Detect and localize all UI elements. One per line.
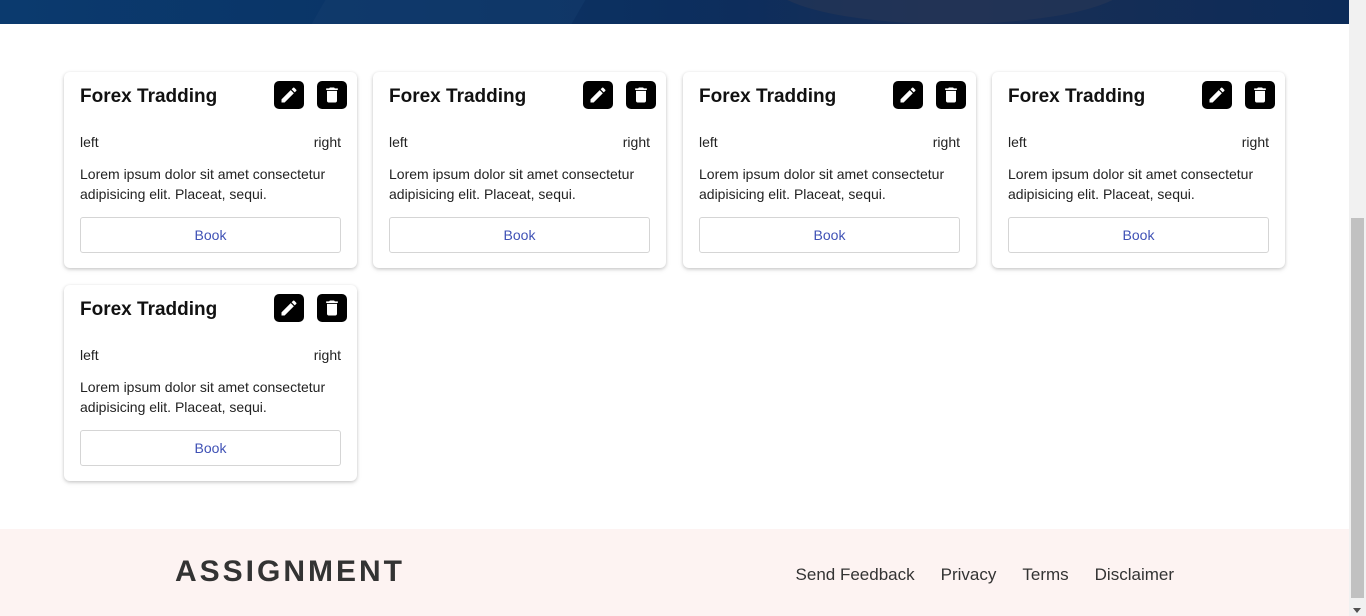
hero-banner xyxy=(0,0,1349,24)
card-title: Forex Tradding xyxy=(80,299,218,320)
card-meta-row: left right xyxy=(80,347,341,363)
card-description: Lorem ipsum dolor sit amet consectetur a… xyxy=(699,166,945,202)
book-button[interactable]: Book xyxy=(699,217,960,253)
card-left-label: left xyxy=(699,134,718,150)
card-right-label: right xyxy=(622,134,650,150)
footer-brand: ASSIGNMENT xyxy=(175,555,406,588)
card-title: Forex Tradding xyxy=(1008,86,1146,107)
footer-link-send-feedback[interactable]: Send Feedback xyxy=(796,565,915,585)
delete-button[interactable] xyxy=(317,81,347,109)
trash-icon xyxy=(631,85,651,105)
course-card: Forex Tradding left right Lorem ipsum dolor… xyxy=(373,72,666,268)
card-title: Forex Tradding xyxy=(699,86,837,107)
card-meta-row: left right xyxy=(80,134,341,150)
footer-links: Send Feedback Privacy Terms Disclaimer xyxy=(796,565,1174,585)
card-title: Forex Tradding xyxy=(389,86,527,107)
card-description: Lorem ipsum dolor sit amet consectetur a… xyxy=(80,379,326,415)
delete-button[interactable] xyxy=(936,81,966,109)
book-button[interactable]: Book xyxy=(1008,217,1269,253)
pencil-icon xyxy=(279,85,299,105)
edit-button[interactable] xyxy=(583,81,613,109)
course-card: Forex Tradding left right Lorem ipsum dolor… xyxy=(64,285,357,481)
scrollbar-thumb[interactable] xyxy=(1351,218,1364,598)
card-description: Lorem ipsum dolor sit amet consectetur a… xyxy=(1008,166,1254,202)
delete-button[interactable] xyxy=(626,81,656,109)
trash-icon xyxy=(1250,85,1270,105)
card-left-label: left xyxy=(80,347,99,363)
delete-button[interactable] xyxy=(317,294,347,322)
pencil-icon xyxy=(898,85,918,105)
card-left-label: left xyxy=(80,134,99,150)
footer-link-terms[interactable]: Terms xyxy=(1022,565,1068,585)
course-card: Forex Tradding left right Lorem ipsum dolor… xyxy=(64,72,357,268)
card-left-label: left xyxy=(389,134,408,150)
card-meta-row: left right xyxy=(1008,134,1269,150)
scroll-down-arrow-icon[interactable] xyxy=(1353,608,1361,613)
card-meta-row: left right xyxy=(699,134,960,150)
footer: ASSIGNMENT Send Feedback Privacy Terms D… xyxy=(0,529,1349,616)
hero-decoration xyxy=(311,0,609,24)
book-button[interactable]: Book xyxy=(80,430,341,466)
trash-icon xyxy=(322,85,342,105)
card-right-label: right xyxy=(932,134,960,150)
course-card: Forex Tradding left right Lorem ipsum dolor… xyxy=(992,72,1285,268)
edit-button[interactable] xyxy=(274,81,304,109)
book-button[interactable]: Book xyxy=(389,217,650,253)
course-card: Forex Tradding left right Lorem ipsum dolor… xyxy=(683,72,976,268)
card-left-label: left xyxy=(1008,134,1027,150)
card-grid: Forex Tradding left right Lorem ipsum dolor… xyxy=(0,24,1349,529)
pencil-icon xyxy=(279,298,299,318)
card-right-label: right xyxy=(313,134,341,150)
card-description: Lorem ipsum dolor sit amet consectetur a… xyxy=(389,166,635,202)
hero-decoration xyxy=(770,0,1130,24)
card-meta-row: left right xyxy=(389,134,650,150)
card-right-label: right xyxy=(1241,134,1269,150)
pencil-icon xyxy=(1207,85,1227,105)
edit-button[interactable] xyxy=(274,294,304,322)
delete-button[interactable] xyxy=(1245,81,1275,109)
trash-icon xyxy=(941,85,961,105)
book-button[interactable]: Book xyxy=(80,217,341,253)
card-title: Forex Tradding xyxy=(80,86,218,107)
footer-link-disclaimer[interactable]: Disclaimer xyxy=(1095,565,1174,585)
footer-link-privacy[interactable]: Privacy xyxy=(941,565,997,585)
edit-button[interactable] xyxy=(893,81,923,109)
card-description: Lorem ipsum dolor sit amet consectetur a… xyxy=(80,166,326,202)
card-right-label: right xyxy=(313,347,341,363)
trash-icon xyxy=(322,298,342,318)
vertical-scrollbar[interactable] xyxy=(1349,0,1366,616)
pencil-icon xyxy=(588,85,608,105)
edit-button[interactable] xyxy=(1202,81,1232,109)
